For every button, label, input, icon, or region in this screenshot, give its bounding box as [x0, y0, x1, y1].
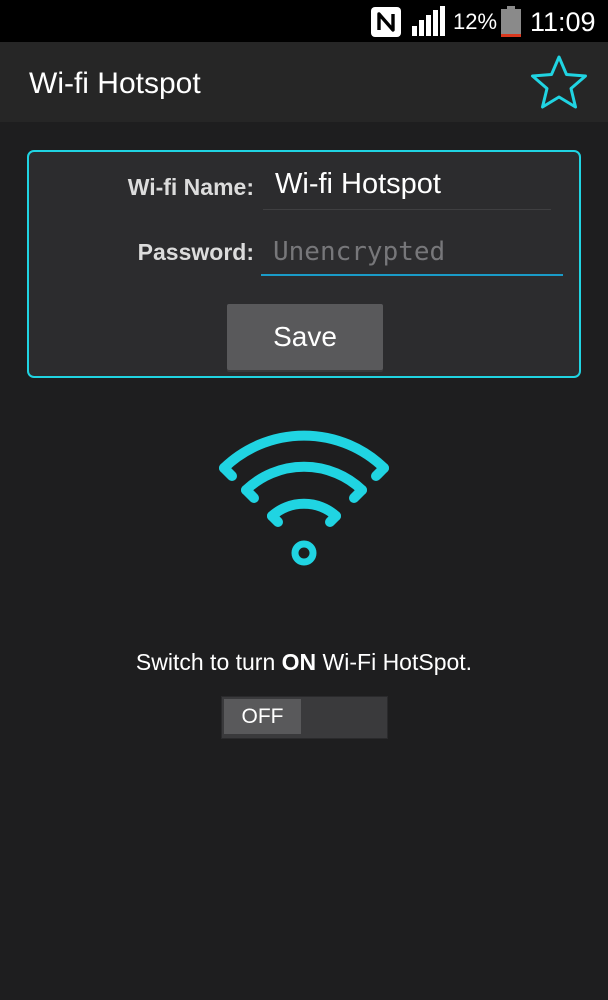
favorite-button[interactable]: [528, 54, 590, 112]
save-button[interactable]: Save: [227, 304, 383, 370]
hint-prefix: Switch to turn: [135, 649, 282, 675]
hotspot-settings-card: Wi-fi Name: Wi-fi Hotspot Password: Save: [27, 150, 581, 378]
status-clock: 11:09: [530, 7, 596, 37]
toggle-thumb: OFF: [224, 699, 301, 734]
wifi-icon: [219, 430, 389, 566]
star-outline-icon: [531, 55, 587, 109]
signal-icon: [412, 6, 445, 36]
hotspot-hint: Switch to turn ON Wi-Fi HotSpot.: [0, 648, 608, 676]
hint-suffix: Wi-Fi HotSpot.: [316, 649, 473, 675]
wifi-name-underline: [263, 209, 551, 210]
hint-emphasis: ON: [281, 649, 317, 675]
wifi-name-label: Wi-fi Name:: [127, 174, 254, 200]
page-title: Wi-fi Hotspot: [29, 67, 201, 100]
nfc-icon: [371, 7, 401, 37]
password-field[interactable]: [261, 230, 563, 276]
hotspot-toggle[interactable]: OFF: [221, 696, 388, 739]
wifi-name-field[interactable]: Wi-fi Hotspot: [275, 167, 441, 201]
password-label: Password:: [137, 239, 254, 265]
app-bar: Wi-fi Hotspot: [0, 42, 608, 122]
battery-percent: 12%: [453, 9, 498, 34]
battery-icon: [501, 6, 521, 37]
status-bar: 12% 11:09: [0, 0, 608, 42]
